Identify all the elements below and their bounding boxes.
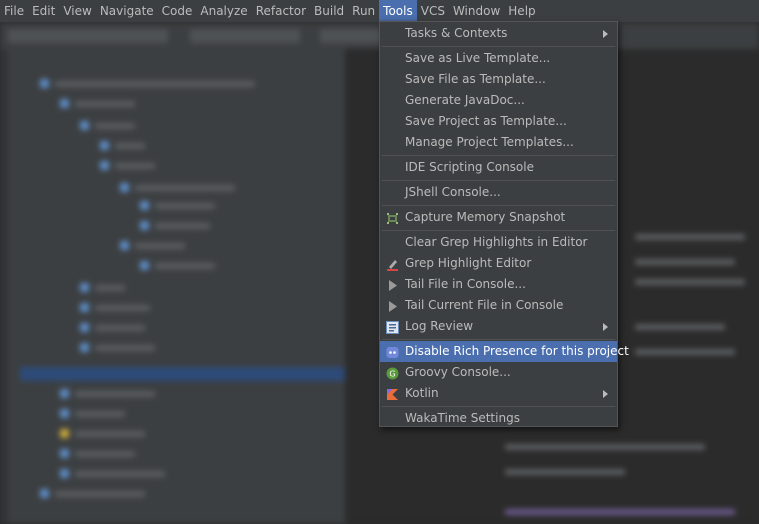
menu-separator	[382, 406, 615, 407]
menu-code[interactable]: Code	[158, 0, 197, 22]
menu-item-wakatime-settings[interactable]: WakaTime Settings	[380, 408, 617, 429]
submenu-arrow-icon	[603, 390, 608, 398]
save-live-template-label: Save as Live Template...	[405, 51, 551, 65]
menu-analyze[interactable]: Analyze	[196, 0, 251, 22]
save-project-template-label: Save Project as Template...	[405, 114, 567, 128]
menu-separator	[382, 230, 615, 231]
clear-grep-highlights-label: Clear Grep Highlights in Editor	[405, 235, 588, 249]
menu-separator	[382, 155, 615, 156]
menu-item-save-live-template[interactable]: Save as Live Template...	[380, 48, 617, 69]
menu-separator	[382, 180, 615, 181]
menu-window[interactable]: Window	[449, 0, 504, 22]
svg-text:G: G	[389, 370, 395, 379]
menu-item-disable-rich-presence[interactable]: Disable Rich Presence for this project	[380, 341, 629, 362]
grep-highlight-editor-label: Grep Highlight Editor	[405, 256, 532, 270]
disable-rich-presence-label: Disable Rich Presence for this project	[405, 344, 629, 358]
groovy-console-label: Groovy Console...	[405, 365, 511, 379]
ide-scripting-console-label: IDE Scripting Console	[405, 160, 534, 174]
menu-item-save-project-template[interactable]: Save Project as Template...	[380, 111, 617, 132]
menu-item-jshell-console[interactable]: JShell Console...	[380, 182, 617, 203]
menu-separator	[382, 339, 615, 340]
menu-help[interactable]: Help	[504, 0, 539, 22]
manage-project-templates-label: Manage Project Templates...	[405, 135, 574, 149]
tail-file-console-label: Tail File in Console...	[405, 277, 526, 291]
tail-current-file-label: Tail Current File in Console	[405, 298, 564, 312]
generate-javadoc-label: Generate JavaDoc...	[405, 93, 525, 107]
menu-item-groovy-console[interactable]: G Groovy Console...	[380, 362, 617, 383]
menu-edit[interactable]: Edit	[28, 0, 59, 22]
menu-item-manage-project-templates[interactable]: Manage Project Templates...	[380, 132, 617, 153]
menu-view[interactable]: View	[59, 0, 95, 22]
menu-navigate[interactable]: Navigate	[96, 0, 158, 22]
submenu-arrow-icon	[603, 323, 608, 331]
discord-icon	[386, 345, 399, 358]
wakatime-settings-label: WakaTime Settings	[405, 411, 520, 425]
menu-refactor[interactable]: Refactor	[252, 0, 310, 22]
main-menu-bar: File Edit View Navigate Code Analyze Ref…	[0, 0, 759, 23]
menu-item-tail-file-console[interactable]: Tail File in Console...	[380, 274, 617, 295]
capture-memory-snapshot-label: Capture Memory Snapshot	[405, 210, 566, 224]
menu-item-log-review[interactable]: Log Review	[380, 316, 617, 337]
menu-file[interactable]: File	[0, 0, 28, 22]
log-review-label: Log Review	[405, 319, 474, 333]
play-triangle-icon	[386, 278, 399, 291]
menu-item-generate-javadoc[interactable]: Generate JavaDoc...	[380, 90, 617, 111]
menu-item-save-file-template[interactable]: Save File as Template...	[380, 69, 617, 90]
menu-run[interactable]: Run	[348, 0, 379, 22]
menu-separator	[382, 205, 615, 206]
menu-item-tasks-contexts[interactable]: Tasks & Contexts	[380, 23, 617, 44]
menu-item-kotlin[interactable]: Kotlin	[380, 383, 617, 404]
save-file-template-label: Save File as Template...	[405, 72, 546, 86]
kotlin-label: Kotlin	[405, 386, 439, 400]
kotlin-icon	[386, 387, 399, 400]
submenu-arrow-icon	[603, 30, 608, 38]
menu-item-ide-scripting-console[interactable]: IDE Scripting Console	[380, 157, 617, 178]
jshell-console-label: JShell Console...	[405, 185, 501, 199]
play-triangle-icon	[386, 299, 399, 312]
menu-tools[interactable]: Tools	[379, 0, 417, 22]
tasks-contexts-label: Tasks & Contexts	[405, 26, 508, 40]
tools-dropdown-menu: Tasks & Contexts Save as Live Template..…	[379, 21, 629, 429]
memory-snapshot-icon	[386, 211, 399, 224]
menu-separator	[382, 46, 615, 47]
menu-vcs[interactable]: VCS	[417, 0, 449, 22]
menu-item-clear-grep-highlights[interactable]: Clear Grep Highlights in Editor	[380, 232, 617, 253]
menu-item-tail-current-file[interactable]: Tail Current File in Console	[380, 295, 617, 316]
groovy-icon: G	[386, 366, 399, 380]
log-icon	[386, 320, 399, 334]
menu-item-grep-highlight-editor[interactable]: Grep Highlight Editor	[380, 253, 617, 274]
project-tree-panel	[0, 49, 345, 524]
pencil-highlight-icon	[386, 257, 399, 271]
menu-build[interactable]: Build	[310, 0, 348, 22]
menu-item-capture-memory-snapshot[interactable]: Capture Memory Snapshot	[380, 207, 617, 228]
